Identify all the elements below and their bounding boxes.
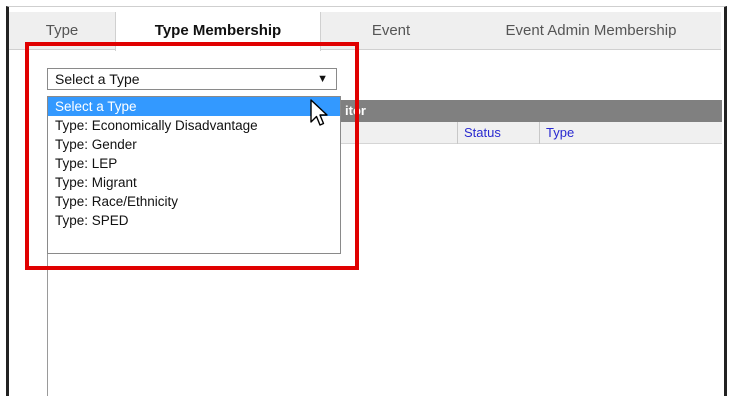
column-header-status[interactable]: Status [457,122,539,144]
red-highlight-annotation [25,42,359,270]
column-header-type[interactable]: Type [539,122,722,144]
pointer-arrow-icon [310,99,328,126]
tab-event-admin-membership[interactable]: Event Admin Membership [461,12,721,50]
